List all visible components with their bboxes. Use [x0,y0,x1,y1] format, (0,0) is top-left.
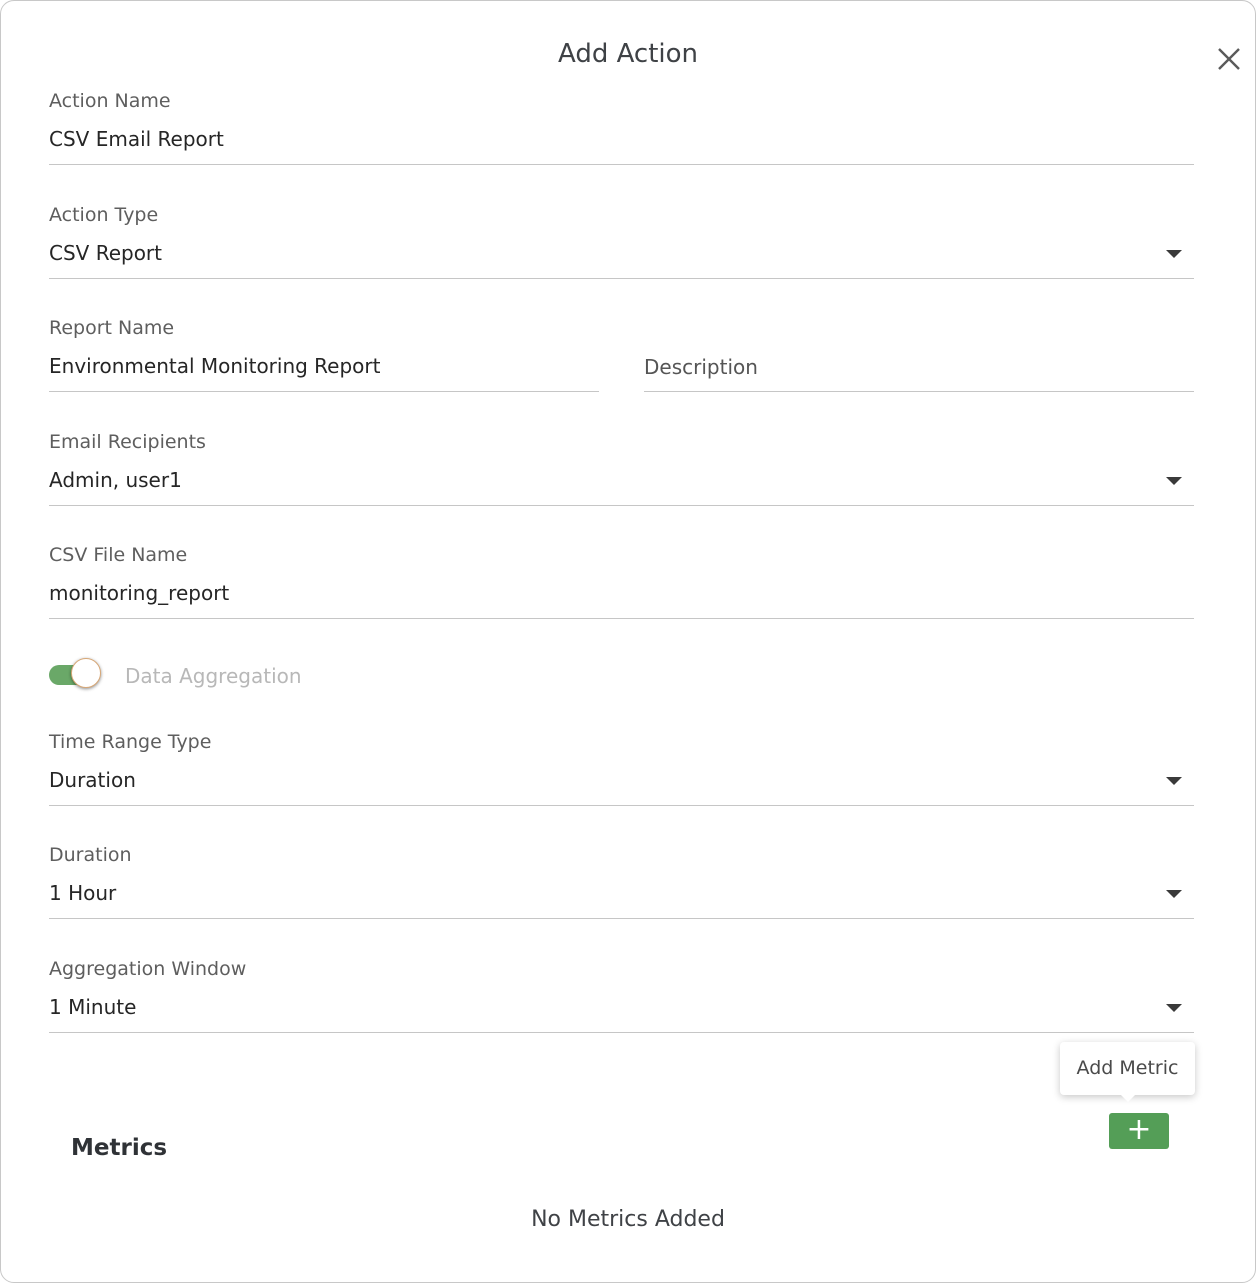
csv-file-name-input[interactable]: monitoring_report [49,581,229,605]
email-recipients-select[interactable]: Email Recipients Admin, user1 [49,431,1194,507]
duration-value: 1 Hour [49,881,117,905]
email-recipients-label: Email Recipients [49,431,206,453]
aggregation-window-underline [49,1032,1194,1033]
action-type-select[interactable]: Action Type CSV Report [49,204,1194,280]
add-metric-tooltip: Add Metric [1060,1042,1195,1095]
action-name-underline [49,164,1194,165]
csv-file-name-underline [49,618,1194,619]
tooltip-arrow [1120,1094,1136,1102]
aggregation-window-select[interactable]: Aggregation Window 1 Minute [49,958,1194,1034]
add-action-dialog: Add Action Action Name CSV Email Report … [0,0,1256,1283]
email-recipients-value: Admin, user1 [49,468,182,492]
duration-label: Duration [49,844,132,866]
aggregation-window-value: 1 Minute [49,995,137,1019]
time-range-type-value: Duration [49,768,136,792]
time-range-type-underline [49,805,1194,806]
toggle-knob[interactable] [71,658,101,688]
dialog-title: Add Action [557,39,699,69]
time-range-type-label: Time Range Type [49,731,212,753]
report-name-field[interactable]: Report Name Environmental Monitoring Rep… [49,317,599,393]
action-name-input[interactable]: CSV Email Report [49,127,224,151]
duration-select[interactable]: Duration 1 Hour [49,844,1194,920]
description-field[interactable]: Description [644,317,1194,393]
data-aggregation-toggle[interactable] [49,658,105,694]
description-underline [644,391,1194,392]
chevron-down-icon[interactable] [1166,1004,1182,1012]
report-name-underline [49,391,599,392]
action-type-value: CSV Report [49,241,162,265]
action-name-label: Action Name [49,90,171,112]
time-range-type-select[interactable]: Time Range Type Duration [49,731,1194,807]
action-type-underline [49,278,1194,279]
action-name-field[interactable]: Action Name CSV Email Report [49,90,1194,166]
close-icon[interactable] [1213,43,1245,75]
duration-underline [49,918,1194,919]
csv-file-name-label: CSV File Name [49,544,188,566]
empty-metrics-message: No Metrics Added [531,1207,725,1232]
chevron-down-icon[interactable] [1166,250,1182,258]
csv-file-name-field[interactable]: CSV File Name monitoring_report [49,544,1194,620]
chevron-down-icon[interactable] [1166,890,1182,898]
data-aggregation-label: Data Aggregation [125,664,302,688]
add-metric-button[interactable]: + [1109,1113,1169,1149]
metrics-heading: Metrics [71,1135,168,1161]
description-input[interactable]: Description [644,355,758,379]
aggregation-window-label: Aggregation Window [49,958,247,980]
report-name-input[interactable]: Environmental Monitoring Report [49,354,380,378]
chevron-down-icon[interactable] [1166,477,1182,485]
chevron-down-icon[interactable] [1166,777,1182,785]
email-recipients-underline [49,505,1194,506]
action-type-label: Action Type [49,204,159,226]
report-name-label: Report Name [49,317,175,339]
